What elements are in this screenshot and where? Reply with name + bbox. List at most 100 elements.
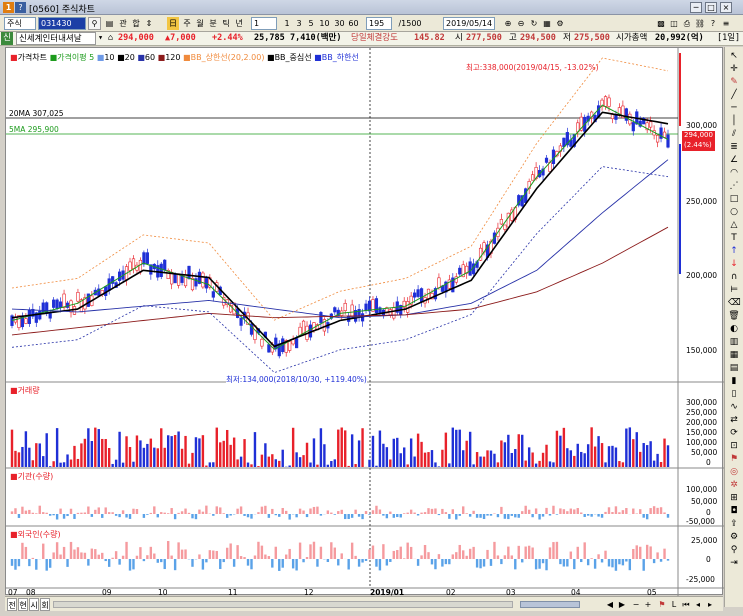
count-input[interactable]: 195 — [366, 17, 392, 30]
question-icon[interactable]: ? — [707, 17, 719, 30]
scroll-end-icon[interactable]: ⇥ — [728, 558, 740, 568]
zoom-out-icon[interactable]: ⊖ — [515, 17, 527, 30]
interval-10[interactable]: 10 — [318, 17, 331, 30]
table-icon[interactable]: ▦ — [728, 350, 740, 360]
interval-60[interactable]: 60 — [347, 17, 360, 30]
next-icon[interactable]: ▸ — [705, 598, 715, 611]
arrow-down-icon[interactable]: ↓ — [728, 259, 740, 269]
inst-bar — [156, 514, 159, 518]
menu-icon[interactable]: ≡ — [720, 17, 732, 30]
period-week[interactable]: 주 — [181, 17, 193, 30]
tab-hoe[interactable]: 회 — [40, 598, 50, 611]
circle-icon[interactable]: ○ — [728, 207, 740, 217]
first-icon[interactable]: ⏮ — [681, 598, 691, 611]
chart-svg[interactable] — [6, 48, 724, 596]
zoom-plus-icon[interactable]: + — [643, 598, 653, 611]
minimize-button[interactable]: ─ — [690, 2, 702, 13]
fan-icon[interactable]: ⋰ — [728, 181, 740, 191]
hline-icon[interactable]: ─ — [728, 103, 740, 113]
prev-icon[interactable]: ◂ — [693, 598, 703, 611]
grid-icon[interactable]: ▩ — [655, 17, 667, 30]
flag-icon[interactable]: ⚑ — [657, 598, 667, 611]
dropdown-icon[interactable]: ▾ — [98, 32, 103, 45]
arc-icon[interactable]: ◠ — [728, 168, 740, 178]
pin-icon[interactable]: ⚲ — [728, 545, 740, 555]
scroll-thumb[interactable] — [520, 601, 580, 608]
text-icon[interactable]: T — [728, 233, 740, 243]
cursor-icon[interactable]: ↖ — [728, 51, 740, 61]
color-icon[interactable]: ◐ — [728, 324, 740, 334]
inst-bar — [489, 514, 493, 516]
rect-icon[interactable]: □ — [728, 194, 740, 204]
close-button[interactable]: × — [720, 2, 732, 13]
market-select[interactable]: 주식 — [4, 17, 36, 30]
scroll-left-icon[interactable]: ◀ — [605, 598, 615, 611]
settings-icon[interactable]: ⚙ — [554, 17, 566, 30]
tab-si[interactable]: 시 — [29, 598, 39, 611]
lock2-icon[interactable]: ⊡ — [728, 441, 740, 451]
tab-hyeon[interactable]: 현 — [18, 598, 28, 611]
zoom-in-icon[interactable]: ⊕ — [502, 17, 514, 30]
tab-badge[interactable]: 신 — [1, 32, 13, 45]
fibo-icon[interactable]: ≣ — [728, 142, 740, 152]
bars-icon[interactable]: ▯ — [728, 389, 740, 399]
alert-icon[interactable]: ⚑ — [728, 454, 740, 464]
print-icon[interactable]: ⎙ — [681, 17, 693, 30]
channel-icon[interactable]: ⫽ — [728, 129, 740, 139]
search-icon[interactable]: ⚲ — [88, 17, 101, 30]
maximize-button[interactable]: □ — [705, 2, 717, 13]
minute-select[interactable]: 1 — [251, 17, 277, 30]
target-icon[interactable]: ◎ — [728, 467, 740, 477]
star-icon[interactable]: ✲ — [728, 480, 740, 490]
cross-icon[interactable]: ✛ — [728, 64, 740, 74]
line-icon[interactable]: ╱ — [728, 90, 740, 100]
vline-icon[interactable]: │ — [728, 116, 740, 126]
lock-icon[interactable]: ⌂ — [108, 32, 113, 45]
layout-icon[interactable]: ▥ — [728, 337, 740, 347]
gwan-button[interactable]: 관 — [117, 17, 129, 30]
calc-icon[interactable]: ▤ — [728, 363, 740, 373]
capture-icon[interactable]: ⊞ — [728, 493, 740, 503]
triangle-icon[interactable]: △ — [728, 220, 740, 230]
eraser-icon[interactable]: ⌫ — [728, 298, 741, 308]
interval-5[interactable]: 5 — [306, 17, 316, 30]
save-icon[interactable]: ▦ — [541, 17, 553, 30]
date-input[interactable]: 2019/05/14 — [443, 17, 495, 30]
period-tick[interactable]: 틱 — [220, 17, 232, 30]
indicator-icon[interactable]: ∿ — [728, 402, 740, 412]
period-year[interactable]: 년 — [233, 17, 245, 30]
chart-type-icon[interactable]: ▮ — [728, 376, 740, 386]
interval-1[interactable]: 1 — [282, 17, 292, 30]
angle-icon[interactable]: ∠ — [728, 155, 740, 165]
list-icon[interactable]: ▤ — [103, 17, 116, 30]
interval-3[interactable]: 3 — [294, 17, 304, 30]
split-icon[interactable]: ◫ — [668, 17, 680, 30]
arrow-up-icon[interactable]: ↑ — [728, 246, 740, 256]
trash-icon[interactable]: 🗑 — [728, 311, 740, 321]
updown-icon[interactable]: ⇕ — [143, 17, 155, 30]
link-icon[interactable]: ⛓ — [694, 17, 706, 30]
pen-icon[interactable]: ✎ — [728, 77, 740, 87]
config-icon[interactable]: ⚙ — [728, 532, 740, 542]
scroll-right-icon[interactable]: ▶ — [617, 598, 627, 611]
day-button[interactable]: 日 — [167, 17, 179, 30]
code-input[interactable]: 031430 — [38, 17, 86, 30]
tab-jeon[interactable]: 전 — [7, 598, 17, 611]
refresh-icon[interactable]: ↻ — [528, 17, 540, 30]
camera-icon[interactable]: ◘ — [728, 506, 740, 516]
ruler-icon[interactable]: ⊨ — [728, 285, 740, 295]
help-icon[interactable]: ? — [15, 2, 26, 13]
interval-30[interactable]: 30 — [333, 17, 346, 30]
hap-button[interactable]: 합 — [130, 17, 142, 30]
magnet-icon[interactable]: ∩ — [728, 272, 740, 282]
export-icon[interactable]: ⇪ — [728, 519, 740, 529]
period-month[interactable]: 월 — [194, 17, 206, 30]
compare-icon[interactable]: ⇄ — [728, 415, 740, 425]
period-minute[interactable]: 분 — [207, 17, 219, 30]
candle — [458, 267, 462, 275]
chart-area[interactable]: ■가격차트 ■가격이평 5 ■10 ■20 ■60 ■120 ■BB_상한선(2… — [5, 47, 724, 597]
l-icon[interactable]: L — [669, 598, 679, 611]
zoom-minus-icon[interactable]: − — [631, 598, 641, 611]
sync-icon[interactable]: ⟳ — [728, 428, 740, 438]
horizontal-scrollbar[interactable] — [53, 601, 513, 608]
